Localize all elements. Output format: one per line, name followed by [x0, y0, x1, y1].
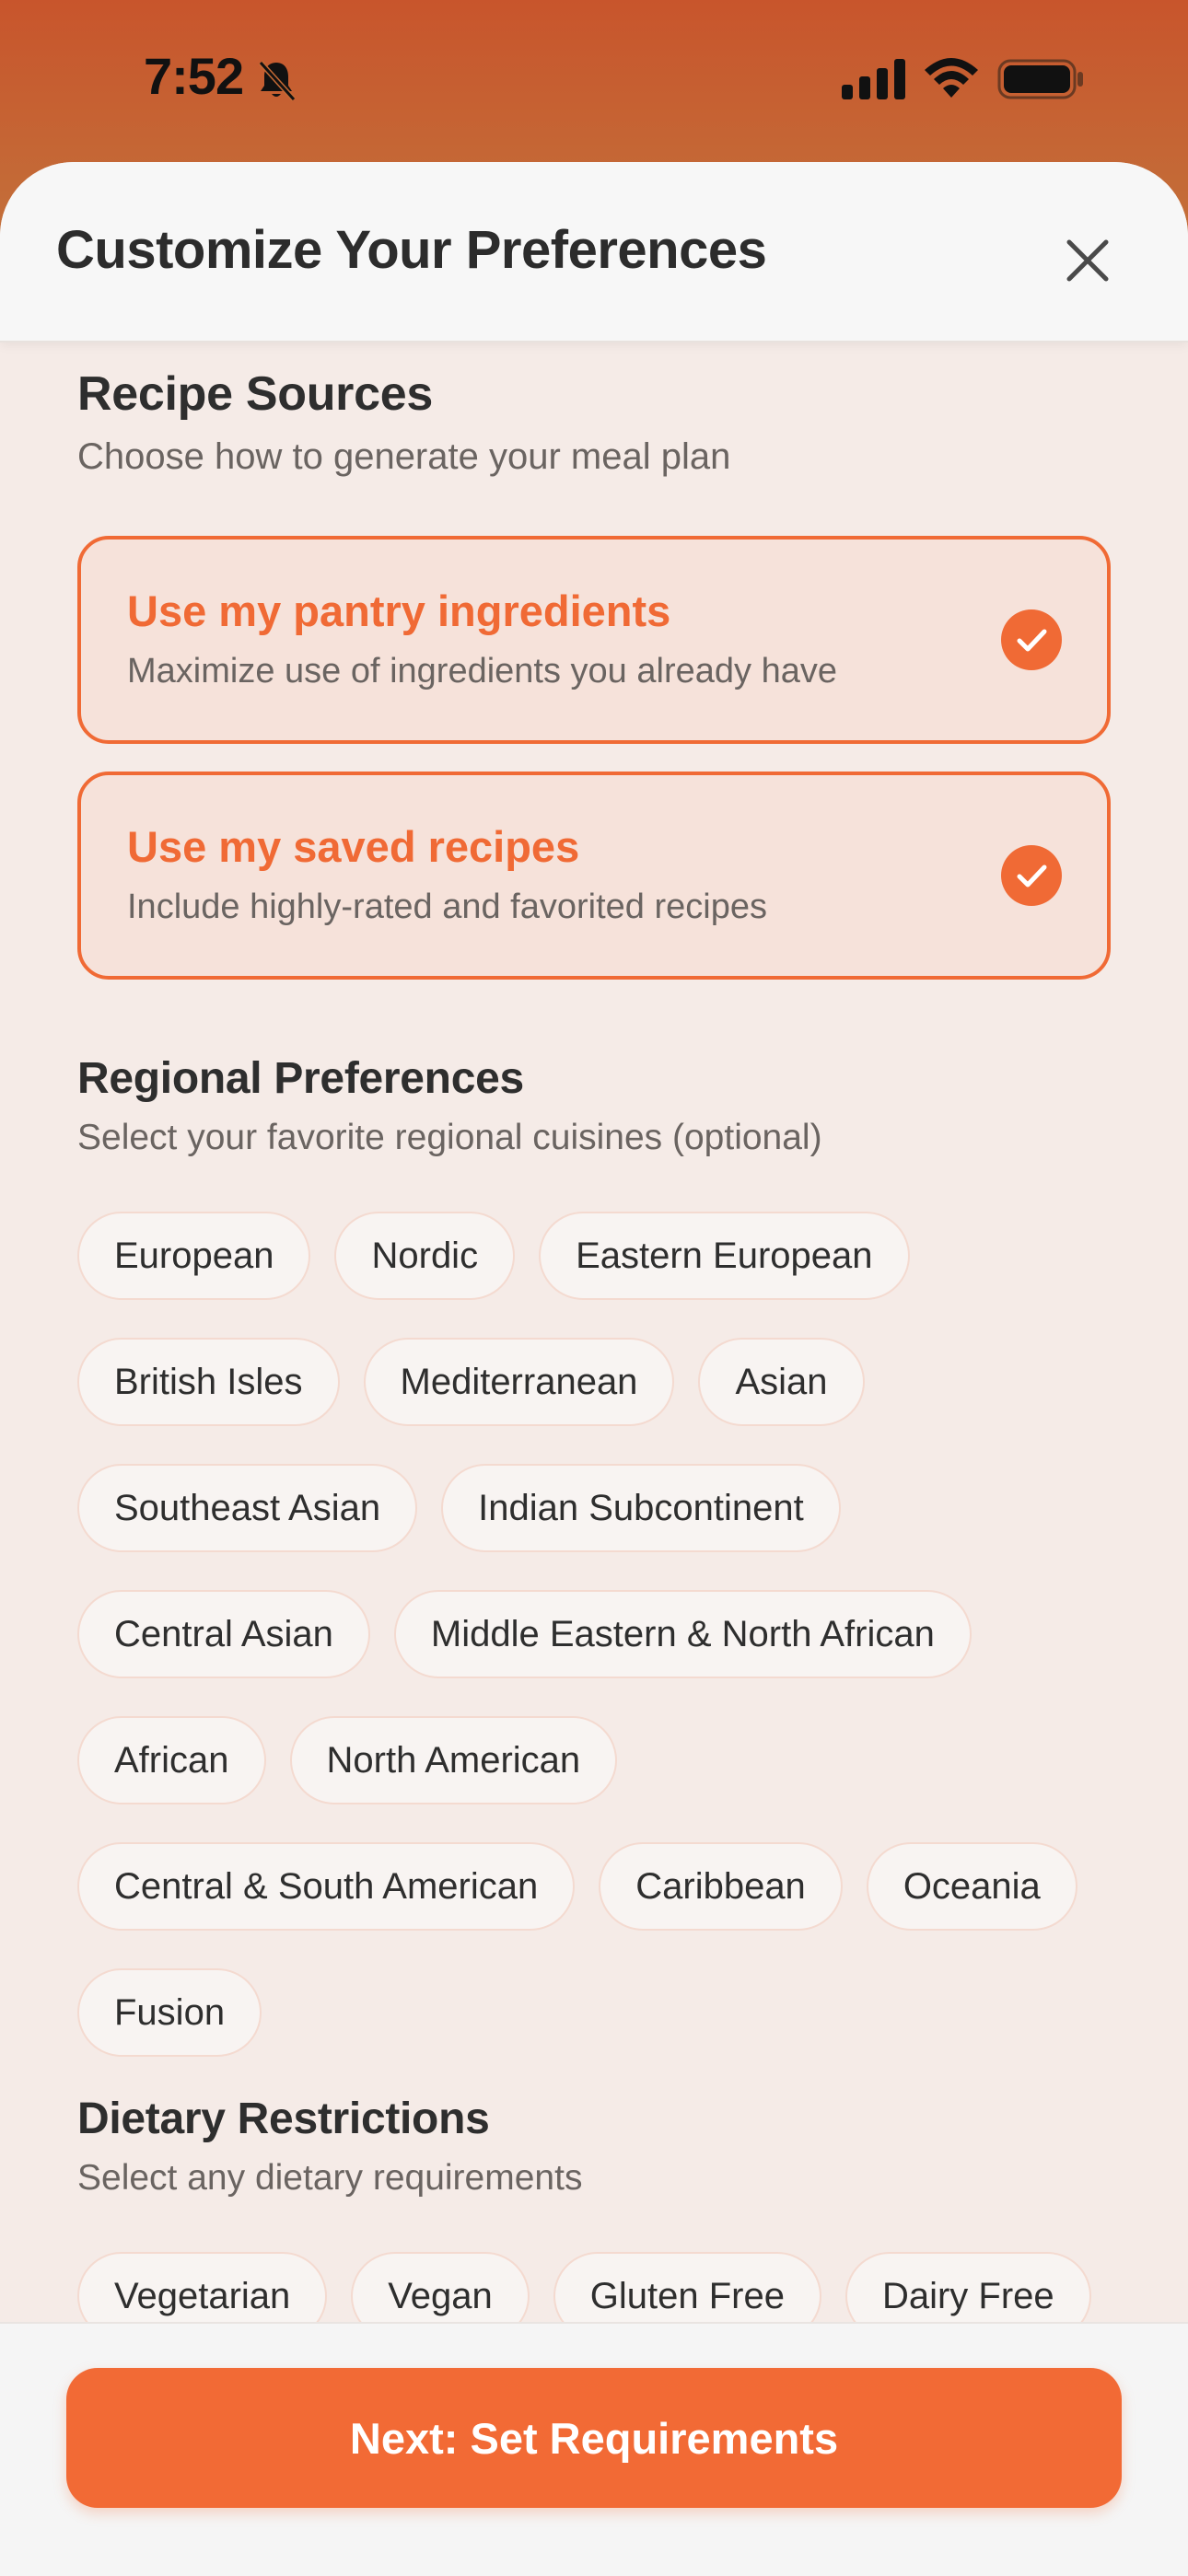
regional-chip-row: Southeast Asian Indian Subcontinent [77, 1464, 841, 1556]
chip-north-american[interactable]: North American [289, 1716, 618, 1804]
cellular-signal-icon [842, 59, 905, 99]
regional-chip-row: Central Asian Middle Eastern & North Afr… [77, 1590, 972, 1682]
chip-caribbean[interactable]: Caribbean [599, 1842, 843, 1931]
chip-asian[interactable]: Asian [698, 1338, 865, 1426]
chip-central-asian[interactable]: Central Asian [77, 1590, 370, 1678]
preferences-sheet: Customize Your Preferences Recipe Source… [0, 162, 1188, 2574]
recipe-sources-subtitle: Choose how to generate your meal plan [77, 436, 731, 477]
checkmark-circle-icon [1001, 845, 1062, 906]
chip-southeast-asian[interactable]: Southeast Asian [77, 1464, 418, 1552]
close-button[interactable] [1050, 223, 1125, 298]
bell-off-icon [258, 60, 297, 102]
status-bar: 7:52 [0, 0, 1188, 161]
status-time: 7:52 [144, 47, 244, 105]
sheet-header: Customize Your Preferences [0, 162, 1188, 342]
chip-central-south-american[interactable]: Central & South American [77, 1842, 576, 1931]
close-icon [1066, 239, 1109, 282]
option-title: Use my pantry ingredients [127, 586, 671, 635]
next-set-requirements-button[interactable]: Next: Set Requirements [66, 2368, 1122, 2508]
option-description: Include highly-rated and favorited recip… [127, 888, 767, 926]
chip-eastern-european[interactable]: Eastern European [539, 1212, 910, 1300]
chip-indian-subcontinent[interactable]: Indian Subcontinent [441, 1464, 841, 1552]
chip-fusion[interactable]: Fusion [77, 1968, 262, 2057]
regional-chip-row: British Isles Mediterranean Asian [77, 1338, 865, 1430]
regional-preferences-title: Regional Preferences [77, 1054, 524, 1103]
chip-european[interactable]: European [77, 1212, 311, 1300]
regional-chip-row: African North American [77, 1716, 618, 1808]
chip-middle-eastern-north-african[interactable]: Middle Eastern & North African [393, 1590, 972, 1678]
recipe-sources-title: Recipe Sources [77, 367, 433, 421]
checkmark-circle-icon [1001, 609, 1062, 670]
chip-nordic[interactable]: Nordic [334, 1212, 516, 1300]
option-description: Maximize use of ingredients you already … [127, 652, 837, 690]
chip-british-isles[interactable]: British Isles [77, 1338, 340, 1426]
wifi-icon [925, 58, 978, 98]
option-saved-recipes[interactable]: Use my saved recipes Include highly-rate… [77, 772, 1111, 980]
chip-mediterranean[interactable]: Mediterranean [363, 1338, 675, 1426]
regional-chip-row: Fusion [77, 1968, 262, 2060]
bottom-action-bar: Next: Set Requirements [0, 2322, 1188, 2576]
dietary-restrictions-title: Dietary Restrictions [77, 2094, 490, 2143]
option-title: Use my saved recipes [127, 822, 580, 871]
regional-preferences-subtitle: Select your favorite regional cuisines (… [77, 1118, 822, 1157]
dietary-restrictions-subtitle: Select any dietary requirements [77, 2158, 583, 2198]
battery-icon [997, 59, 1083, 99]
regional-chip-row: Central & South American Caribbean Ocean… [77, 1842, 1077, 1934]
chip-oceania[interactable]: Oceania [866, 1842, 1077, 1931]
option-pantry-ingredients[interactable]: Use my pantry ingredients Maximize use o… [77, 536, 1111, 744]
regional-chip-row: European Nordic Eastern European [77, 1212, 910, 1304]
chip-african[interactable]: African [77, 1716, 266, 1804]
page-title: Customize Your Preferences [56, 220, 767, 280]
